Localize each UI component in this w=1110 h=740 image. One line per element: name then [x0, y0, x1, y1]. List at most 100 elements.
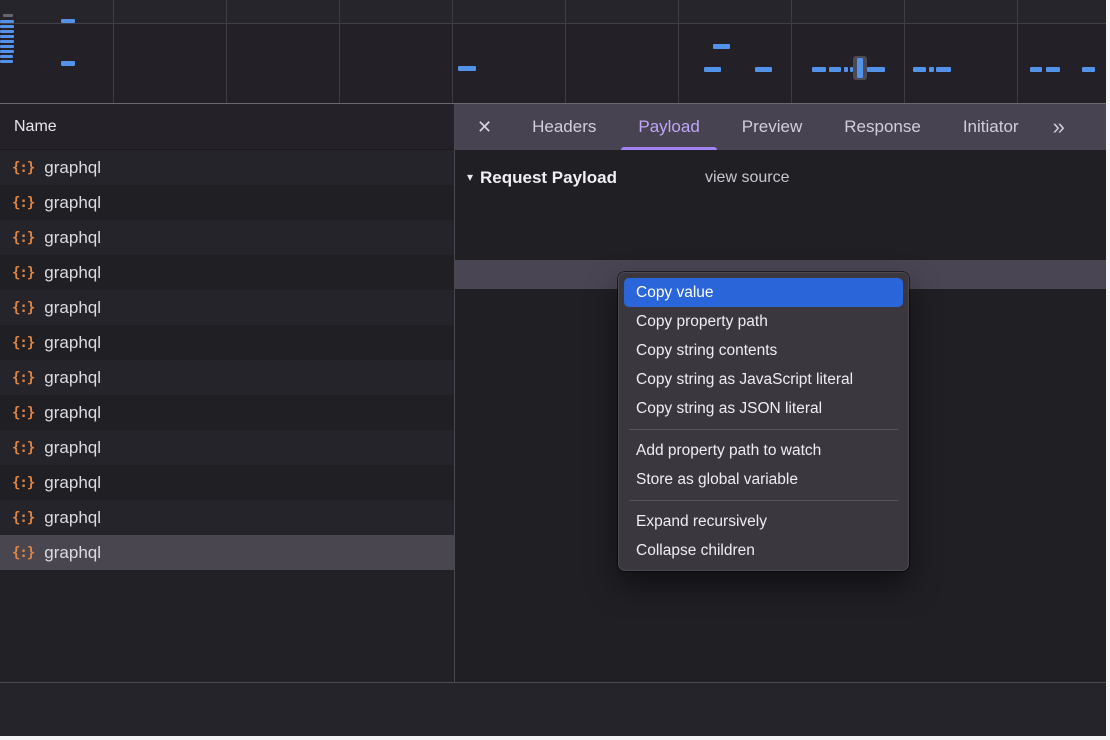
waterfall-request-bar [0, 25, 14, 28]
waterfall-selected-request-marker [853, 56, 867, 80]
network-request-row[interactable]: {:} graphql [0, 360, 454, 395]
close-icon[interactable]: ✕ [477, 104, 492, 150]
menu-item-copy-string-contents[interactable]: Copy string contents [624, 336, 903, 365]
json-braces-icon: {:} [12, 300, 34, 316]
waterfall-selected-request-bar [857, 58, 863, 78]
menu-item-copy-value[interactable]: Copy value [624, 278, 903, 307]
waterfall-request-bar [1046, 67, 1060, 72]
waterfall-request-bar [844, 67, 848, 72]
json-braces-icon: {:} [12, 405, 34, 421]
network-request-row[interactable]: {:} graphql [0, 325, 454, 360]
json-braces-icon: {:} [12, 545, 34, 561]
view-source-link[interactable]: view source [705, 163, 789, 192]
network-request-row[interactable]: {:} graphql [0, 395, 454, 430]
network-request-row[interactable]: {:} graphql [0, 220, 454, 255]
waterfall-request-bar [936, 67, 951, 72]
detail-tabstrip: ✕ Headers Payload Preview Response Initiator… [455, 104, 1106, 150]
detail-tabs: Headers Payload Preview Response Initiator [532, 104, 1018, 150]
waterfall-request-bar [755, 67, 772, 72]
screenshot-bottom-edge [0, 736, 1110, 740]
request-name-label: graphql [44, 508, 101, 528]
network-request-row[interactable]: {:} graphql [0, 430, 454, 465]
json-braces-icon: {:} [12, 265, 34, 281]
section-expander-icon[interactable]: ▾ [467, 163, 473, 192]
request-name-label: graphql [44, 193, 101, 213]
waterfall-request-bar [0, 20, 14, 23]
tab-preview[interactable]: Preview [742, 104, 802, 150]
tab-payload[interactable]: Payload [638, 104, 699, 150]
waterfall-gridline [452, 0, 453, 103]
request-payload-section-header: ▾ Request Payload view source [455, 163, 1106, 192]
network-request-row[interactable]: {:} graphql [0, 465, 454, 500]
tree-row-object-summary[interactable]: ▼ {operationName: "ipFlowTimeseries", va… [455, 202, 1106, 231]
json-braces-icon: {:} [12, 195, 34, 211]
request-rows: {:} graphql {:} graphql {:} graphql {:} … [0, 150, 454, 570]
request-name-label: graphql [44, 473, 101, 493]
waterfall-gridline [226, 0, 227, 103]
waterfall-request-bar [0, 55, 13, 58]
menu-item-expand-recursively[interactable]: Expand recursively [624, 507, 903, 536]
tab-initiator[interactable]: Initiator [963, 104, 1019, 150]
request-name-label: graphql [44, 298, 101, 318]
waterfall-time-ruler-band [0, 0, 1106, 24]
context-menu: Copy valueCopy property pathCopy string … [618, 272, 909, 571]
network-overview-waterfall[interactable] [0, 0, 1106, 104]
waterfall-gridline [339, 0, 340, 103]
request-name-label: graphql [44, 403, 101, 423]
waterfall-request-bar [0, 40, 14, 43]
tab-response[interactable]: Response [844, 104, 921, 150]
waterfall-gridline [565, 0, 566, 103]
request-name-label: graphql [44, 263, 101, 283]
waterfall-request-bar [1082, 67, 1095, 72]
network-request-row[interactable]: {:} graphql [0, 290, 454, 325]
network-request-row[interactable]: {:} graphql [0, 535, 454, 570]
waterfall-request-bar [812, 67, 826, 72]
waterfall-request-bar [1030, 67, 1042, 72]
menu-item-store-as-global-variable[interactable]: Store as global variable [624, 465, 903, 494]
network-request-row[interactable]: {:} graphql [0, 150, 454, 185]
waterfall-request-bar [458, 66, 476, 71]
waterfall-gridline [113, 0, 114, 103]
section-title: Request Payload [480, 163, 617, 192]
waterfall-request-bar [3, 14, 13, 17]
request-name-label: graphql [44, 438, 101, 458]
menu-item-copy-property-path[interactable]: Copy property path [624, 307, 903, 336]
waterfall-request-bar [829, 67, 841, 72]
network-request-row[interactable]: {:} graphql [0, 255, 454, 290]
json-braces-icon: {:} [12, 335, 34, 351]
waterfall-request-bar [929, 67, 934, 72]
more-tabs-chevron-icon[interactable]: » [1053, 104, 1063, 150]
devtools-network-panel: Name {:} graphql {:} graphql {:} graphql… [0, 0, 1110, 740]
menu-item-collapse-children[interactable]: Collapse children [624, 536, 903, 565]
waterfall-request-bar [61, 61, 75, 66]
json-braces-icon: {:} [12, 510, 34, 526]
network-request-list-panel: Name {:} graphql {:} graphql {:} graphql… [0, 104, 454, 736]
waterfall-gridline [1017, 0, 1018, 103]
waterfall-gridline [678, 0, 679, 103]
status-footer [0, 682, 1106, 736]
network-request-row[interactable]: {:} graphql [0, 500, 454, 535]
tab-headers[interactable]: Headers [532, 104, 596, 150]
json-braces-icon: {:} [12, 160, 34, 176]
json-braces-icon: {:} [12, 370, 34, 386]
menu-item-add-property-path-to-watch[interactable]: Add property path to watch [624, 436, 903, 465]
json-braces-icon: {:} [12, 440, 34, 456]
request-name-label: graphql [44, 158, 101, 178]
waterfall-request-bar [0, 45, 14, 48]
menu-separator [629, 500, 898, 501]
request-name-label: graphql [44, 333, 101, 353]
waterfall-request-bar [713, 44, 730, 49]
request-name-label: graphql [44, 368, 101, 388]
waterfall-request-bar [867, 67, 885, 72]
waterfall-request-bar [704, 67, 721, 72]
waterfall-gridline [791, 0, 792, 103]
network-request-row[interactable]: {:} graphql [0, 185, 454, 220]
waterfall-request-bar [61, 19, 75, 23]
menu-item-copy-string-as-json-literal[interactable]: Copy string as JSON literal [624, 394, 903, 423]
waterfall-gridline [904, 0, 905, 103]
tree-row-operation-name[interactable]: operationName: "ipFlowTimeseries" [455, 231, 1106, 260]
name-column-header[interactable]: Name [0, 104, 454, 150]
json-braces-icon: {:} [12, 475, 34, 491]
menu-separator [629, 429, 898, 430]
menu-item-copy-string-as-javascript-literal[interactable]: Copy string as JavaScript literal [624, 365, 903, 394]
